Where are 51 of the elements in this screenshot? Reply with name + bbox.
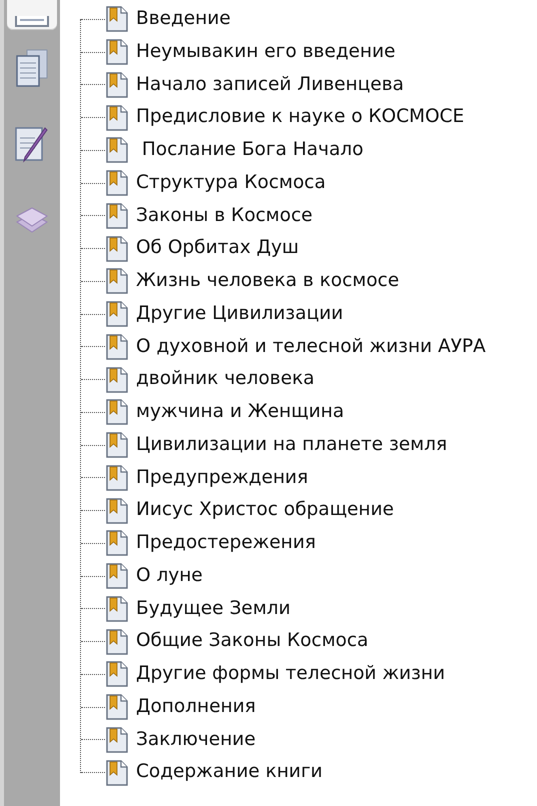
bookmark-icon [105, 268, 129, 294]
bookmark-icon [105, 6, 129, 32]
bookmark-icon [105, 301, 129, 328]
pages-icon [15, 48, 49, 88]
bookmark-icon [105, 366, 129, 393]
bookmark-item[interactable]: мужчина и Женщина [136, 403, 344, 422]
bookmark-item[interactable]: Заключение [136, 730, 256, 750]
bookmark-icon [105, 726, 129, 753]
bookmark-icon [105, 694, 129, 720]
bookmark-item[interactable]: О духовной и телесной жизни АУРА [136, 338, 486, 356]
bookmark-item[interactable]: Общие Законы Космоса [136, 632, 368, 651]
bookmark-icon [105, 72, 129, 98]
bookmark-item[interactable]: Другие формы телесной жизни [136, 665, 445, 684]
bookmark-item[interactable]: Жизнь человека в космосе [136, 272, 400, 291]
panel-tab[interactable] [7, 0, 57, 30]
bookmark-icon [105, 563, 129, 590]
bookmark-item[interactable]: Неумывакин его введение [136, 42, 396, 62]
bookmark-icon [105, 39, 129, 66]
bookmark-icon [105, 137, 129, 164]
bookmark-item[interactable]: Другие Цивилизации [136, 304, 344, 324]
bookmark-icon [105, 530, 129, 556]
bookmark-icon [105, 628, 129, 655]
bookmark-icon [105, 334, 129, 360]
bookmark-icon [105, 498, 129, 524]
bookmark-item[interactable]: Структура Космоса [136, 174, 326, 192]
bookmark-item[interactable]: О луне [136, 566, 203, 586]
bookmark-icon [105, 399, 129, 426]
bookmark-item[interactable]: Предисловие к науке о КОСМОСЕ [136, 108, 464, 127]
bookmark-item[interactable]: Дополнения [136, 698, 256, 716]
bookmark-item[interactable]: Содержание книги [136, 763, 323, 782]
bookmark-item[interactable]: Предупреждения [136, 468, 308, 488]
bookmark-icon [105, 236, 129, 262]
bookmark-item[interactable]: двойник человека [136, 370, 314, 389]
bookmark-icon [105, 661, 129, 688]
bookmark-icon [105, 464, 129, 491]
bookmark-item[interactable]: Начало записей Ливенцева [136, 76, 404, 94]
bookmark-icon [105, 760, 129, 786]
bookmark-item[interactable]: Предостережения [136, 534, 316, 553]
bookmark-icon [105, 432, 129, 458]
bookmark-icon [105, 170, 129, 196]
bookmark-item[interactable]: Будущее Земли [136, 600, 290, 618]
bookmark-item[interactable]: Иисус Христос обращение [136, 501, 394, 520]
bookmark-icon [105, 104, 129, 131]
bookmark-item[interactable]: Введение [136, 10, 231, 29]
bookmark-item[interactable]: Цивилизации на планете земля [136, 436, 448, 454]
page-icon [12, 16, 52, 30]
bookmark-item[interactable]: Об Орбитах Душ [136, 239, 299, 258]
bookmark-item[interactable]: Послание Бога Начало [136, 141, 364, 160]
bookmark-icon [105, 202, 129, 229]
bookmark-item[interactable]: Законы в Космосе [136, 206, 313, 226]
bookmark-icon [105, 596, 129, 622]
